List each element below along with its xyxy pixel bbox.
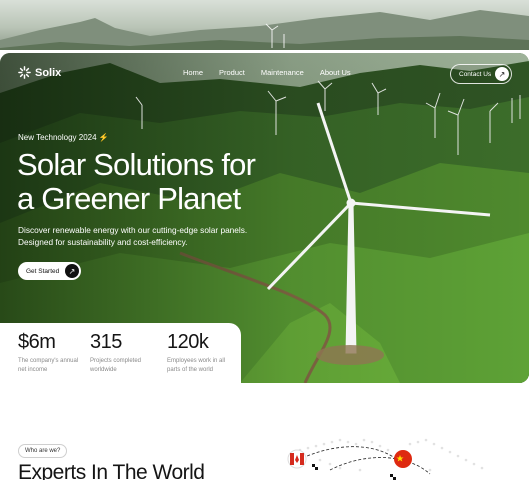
world-map-graphic (287, 438, 484, 480)
get-started-button[interactable]: Get Started ↗ (18, 262, 81, 280)
lightning-icon: ⚡ (98, 133, 109, 142)
snowflake-logo-icon (18, 66, 31, 79)
canada-flag-icon (287, 449, 307, 469)
nav-link-maintenance[interactable]: Maintenance (261, 68, 304, 77)
nav-links: Home Product Maintenance About Us (183, 68, 351, 77)
subtitle-line-1: Discover renewable energy with our cutti… (18, 225, 248, 235)
arrow-up-right-icon: ↗ (495, 67, 509, 81)
china-flag-icon (394, 450, 412, 468)
hero-subtitle: Discover renewable energy with our cutti… (18, 225, 278, 248)
stat-label: Employees work in all parts of the world (167, 358, 226, 373)
nav-link-product[interactable]: Product (219, 68, 245, 77)
top-navigation: Solix Home Product Maintenance About Us … (0, 63, 529, 85)
headline-line-2: a Greener Planet (17, 181, 241, 216)
contact-us-label: Contact Us (459, 70, 492, 78)
hero-headline: Solar Solutions for a Greener Planet (17, 148, 297, 216)
arrow-up-right-icon: ↗ (65, 264, 79, 278)
stat-value: 120k (167, 331, 209, 353)
hero-tag: New Technology 2024 ⚡ (18, 133, 109, 142)
who-are-we-chip: Who are we? (18, 444, 68, 458)
headline-line-1: Solar Solutions for (17, 147, 256, 182)
contact-us-button[interactable]: Contact Us ↗ (450, 64, 512, 84)
stat-value: 315 (90, 331, 122, 353)
about-heading: Experts In The World (18, 461, 205, 480)
stat-value: $6m (18, 331, 56, 353)
nav-link-home[interactable]: Home (183, 68, 203, 77)
brand-name: Solix (35, 66, 62, 79)
checkered-flag-icon (312, 464, 396, 480)
stat-net-income: $6m The company's annual net income (18, 331, 88, 374)
subtitle-line-2: Designed for sustainability and cost-eff… (18, 236, 188, 247)
stat-employees: 120k Employees work in all parts of the … (167, 331, 237, 374)
hero-tag-text: New Technology 2024 (18, 133, 97, 142)
stats-panel: $6m The company's annual net income 315 … (0, 323, 241, 385)
nav-link-about-us[interactable]: About Us (320, 68, 351, 77)
stat-label: The company's annual net income (18, 358, 79, 373)
stat-label: Projects completed worldwide (90, 358, 142, 373)
stat-projects: 315 Projects completed worldwide (90, 331, 160, 374)
brand-logo[interactable]: Solix (18, 66, 61, 79)
background-landscape-strip (0, 0, 529, 50)
get-started-label: Get Started (26, 267, 60, 275)
